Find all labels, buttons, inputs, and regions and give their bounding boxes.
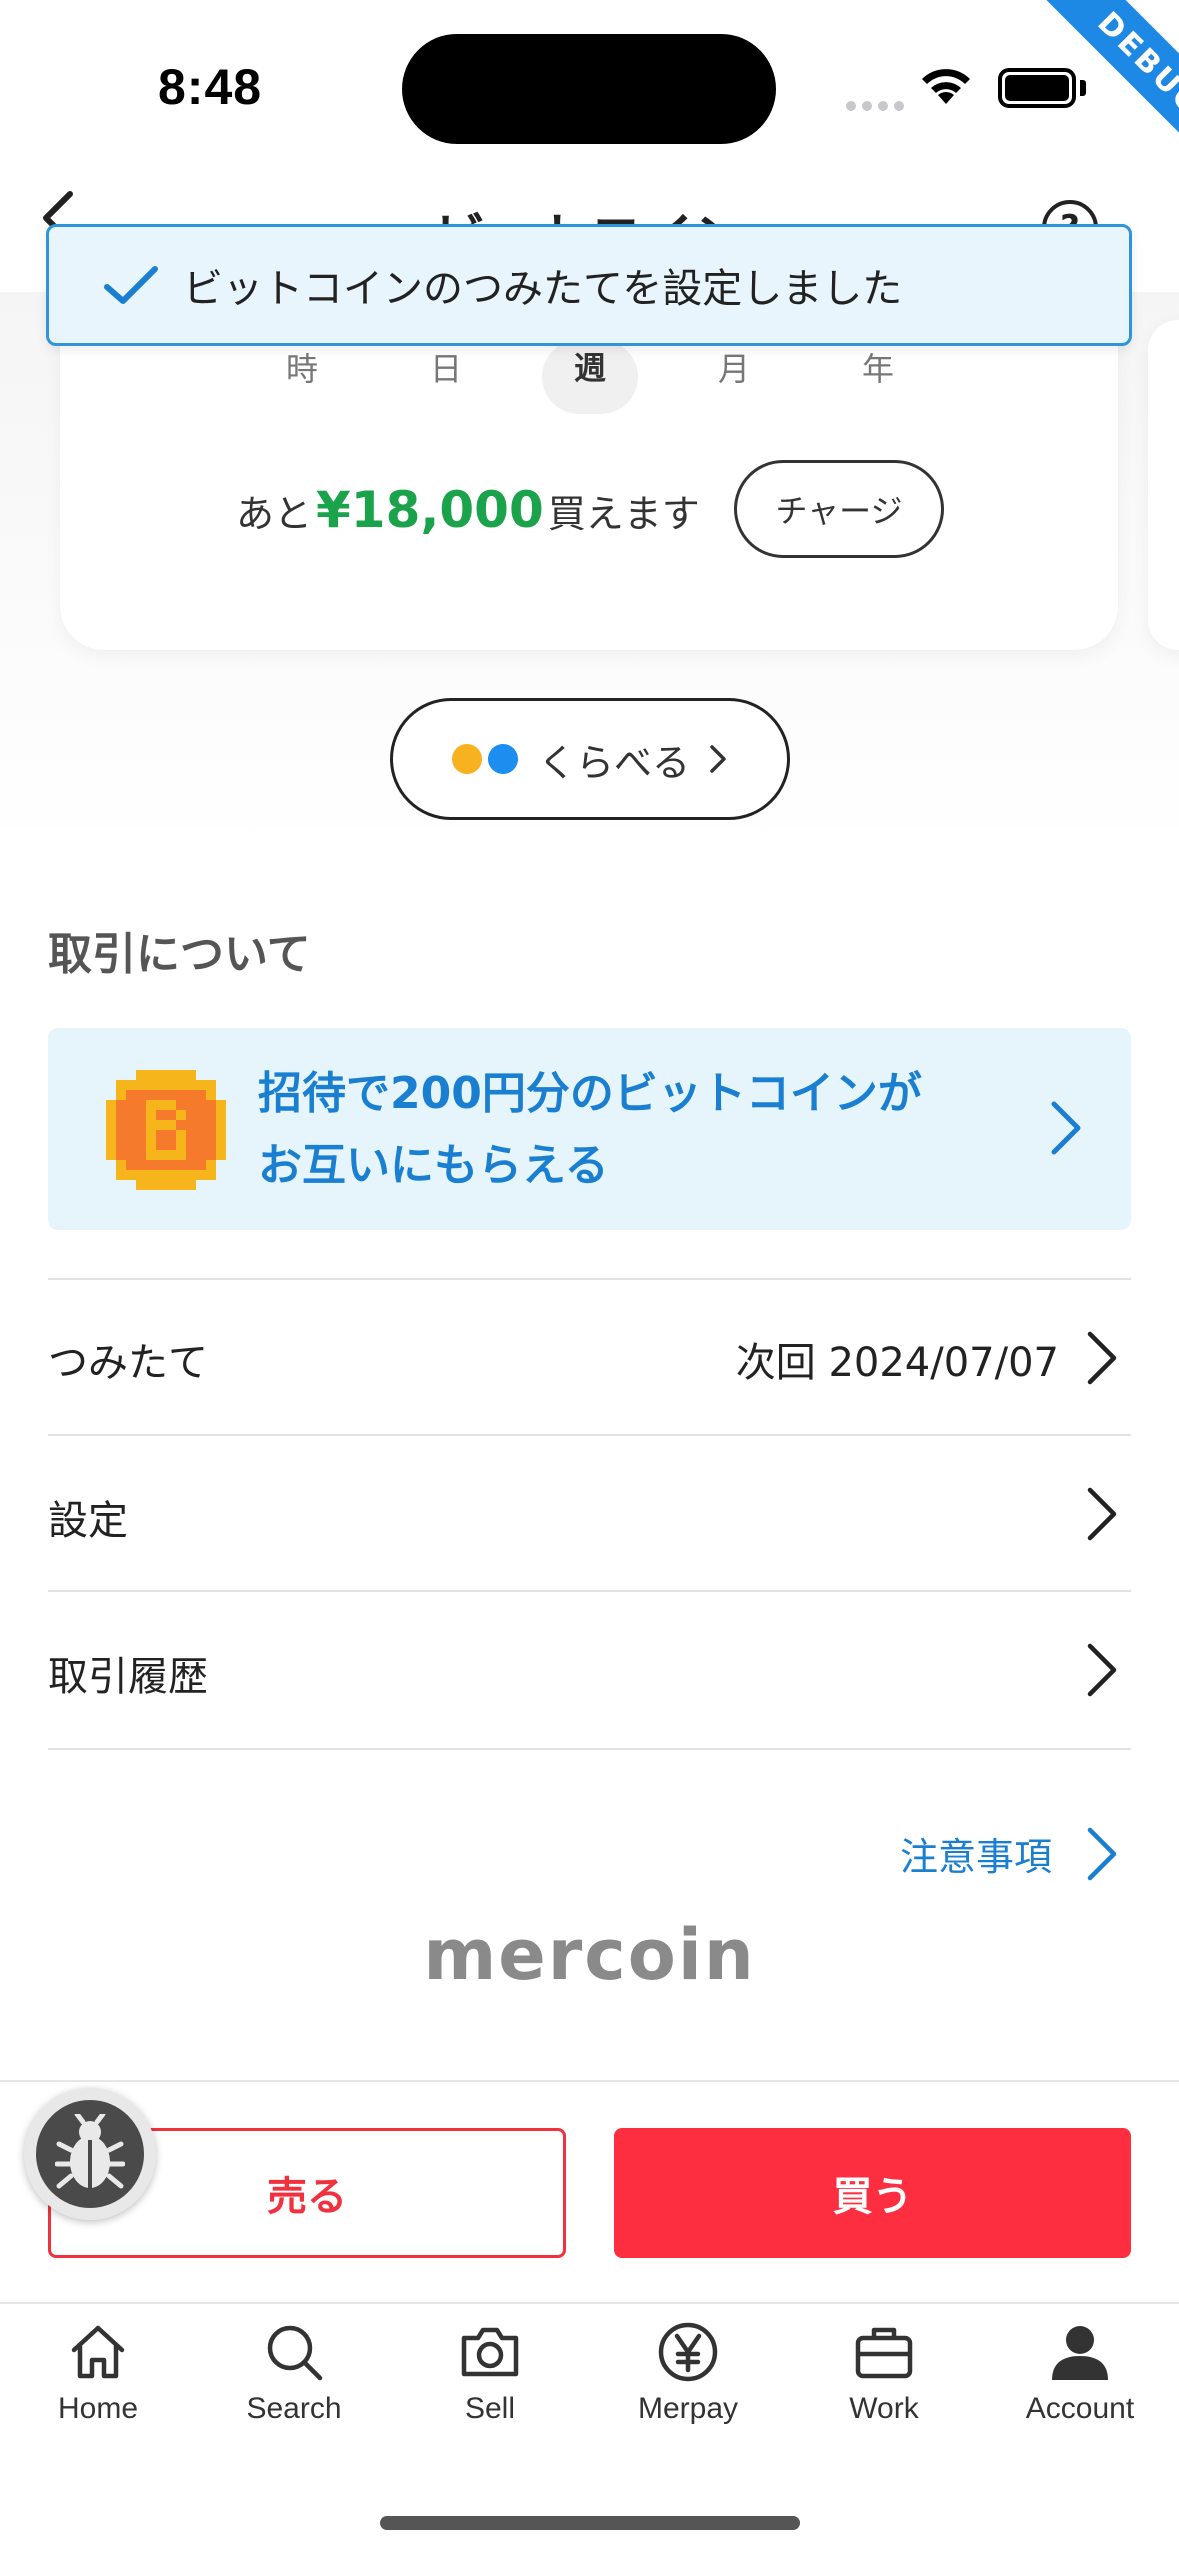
tab-home-label: Home [57,2392,139,2425]
tab-account-label: Account [1025,2392,1135,2425]
tab-merpay[interactable]: Merpay [590,2320,786,2426]
charge-button[interactable]: チャージ [734,460,944,558]
tab-search-label: Search [246,2392,342,2425]
briefcase-icon [855,2327,913,2379]
tab-bar-divider [0,2302,1179,2304]
row-tsumitate-value: 次回 2024/07/07 [735,1340,1059,1386]
compare-label: くらべる [537,740,690,785]
available-prefix: あと [236,491,313,536]
toast-message: ビットコインのつみたてを設定しました [183,266,903,312]
cellular-signal-icon [846,96,910,115]
debug-bug-button[interactable] [24,2088,156,2220]
chevron-right-icon [708,743,728,775]
home-indicator [380,2516,800,2530]
buy-button[interactable]: 買う [614,2128,1131,2258]
list-divider [48,1434,1131,1436]
action-bar-divider [0,2080,1179,2082]
row-settings[interactable] [48,1438,1131,1592]
yen-icon [658,2322,718,2382]
blue-dot-icon [487,744,518,774]
invite-line-2: お互いにもらえる [258,1140,609,1191]
tab-home[interactable]: Home [0,2320,196,2426]
tab-account[interactable]: Account [982,2320,1178,2426]
dynamic-island [402,34,776,144]
period-tab-day[interactable]: 日 [398,340,494,436]
search-icon [267,2325,323,2381]
chevron-right-icon [1048,1100,1084,1160]
invite-line-1: 招待で200円分のビットコインが [258,1068,922,1119]
period-tab-week[interactable]: 週 [542,340,638,414]
chevron-right-icon [1084,1330,1120,1390]
tab-work[interactable]: Work [786,2320,982,2426]
list-divider [48,1278,1131,1280]
period-tab-hour[interactable]: 時 [254,340,350,436]
bitcoin-coin-icon [106,1070,226,1190]
row-history[interactable] [48,1594,1131,1748]
chevron-right-icon[interactable] [1084,1826,1120,1886]
period-tab-year[interactable]: 年 [830,340,926,436]
battery-icon [998,68,1076,108]
section-title: 取引について [48,929,311,980]
tab-sell-label: Sell [464,2392,516,2425]
available-amount-row: あと ¥18,000 買えます [236,470,700,550]
available-suffix: 買えます [547,491,700,536]
chevron-right-icon [1084,1642,1120,1702]
row-settings-label: 設定 [48,1498,128,1544]
period-tab-month[interactable]: 月 [686,340,782,436]
available-amount: ¥18,000 [316,481,544,539]
compare-button[interactable]: くらべる [390,698,790,820]
list-divider [48,1748,1131,1750]
person-icon [1052,2326,1108,2380]
checkmark-icon [103,263,159,307]
row-history-label: 取引履歴 [48,1654,208,1700]
battery-cap [1080,80,1086,96]
home-icon [71,2325,125,2379]
row-tsumitate-label: つみたて [48,1340,208,1386]
tab-work-label: Work [849,2392,919,2425]
notice-link[interactable]: 注意事項 [900,1826,1052,1881]
tab-search[interactable]: Search [196,2320,392,2426]
camera-icon [461,2327,519,2377]
success-toast: ビットコインのつみたてを設定しました [46,224,1132,346]
invite-text: 招待で200円分のビットコインが お互いにもらえる [258,1058,922,1202]
tab-sell[interactable]: Sell [392,2320,588,2426]
tab-merpay-label: Merpay [637,2392,739,2425]
status-time: 8:48 [158,59,263,115]
list-divider [48,1590,1131,1592]
bug-icon [55,2114,125,2189]
mercoin-logo: mercoin [423,1914,756,1996]
next-card-peek[interactable] [1148,320,1179,650]
yellow-dot-icon [451,744,482,774]
chevron-right-icon [1084,1486,1120,1546]
wifi-icon [918,64,974,110]
